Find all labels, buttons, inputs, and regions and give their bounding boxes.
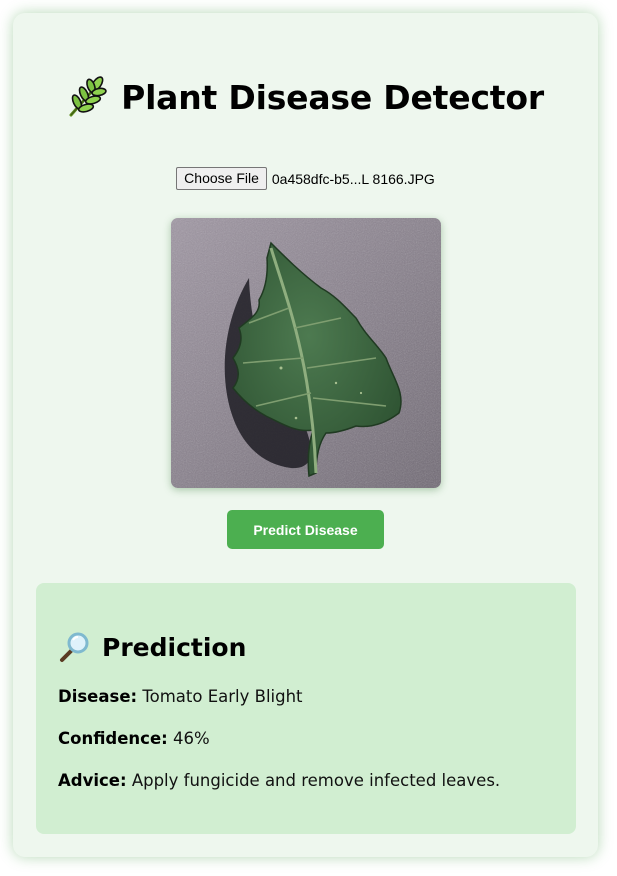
disease-label: Disease: <box>58 687 138 706</box>
advice-value: Apply fungicide and remove infected leav… <box>131 771 501 790</box>
prediction-result-panel: Prediction Disease: Tomato Early Blight … <box>36 583 576 834</box>
disease-value: Tomato Early Blight <box>142 687 303 706</box>
selected-file-name: 0a458dfc-b5...L 8166.JPG <box>271 170 435 187</box>
prediction-heading: Prediction <box>102 632 247 662</box>
confidence-value: 46% <box>173 729 210 748</box>
detector-card: Plant Disease Detector Choose File 0a458… <box>13 13 598 857</box>
page-header: Plant Disease Detector <box>13 75 598 119</box>
confidence-label: Confidence: <box>58 729 168 748</box>
leaf-image-preview <box>171 218 441 488</box>
leaf-photo <box>171 218 441 488</box>
disease-line: Disease: Tomato Early Blight <box>58 687 303 706</box>
predict-disease-button[interactable]: Predict Disease <box>227 510 384 549</box>
confidence-line: Confidence: 46% <box>58 729 210 748</box>
advice-line: Advice: Apply fungicide and remove infec… <box>58 771 500 790</box>
magnifying-glass-icon <box>58 631 92 663</box>
herb-leaf-icon <box>67 75 107 119</box>
choose-file-button[interactable]: Choose File <box>176 167 267 190</box>
page-title: Plant Disease Detector <box>121 77 544 117</box>
advice-label: Advice: <box>58 771 127 790</box>
file-upload: Choose File 0a458dfc-b5...L 8166.JPG <box>13 167 598 190</box>
prediction-header: Prediction <box>58 631 246 663</box>
